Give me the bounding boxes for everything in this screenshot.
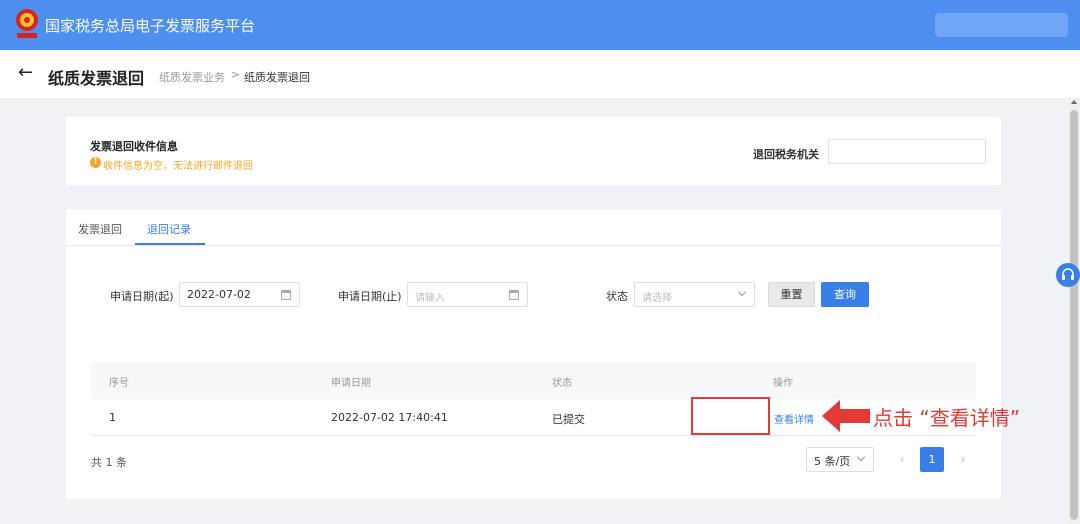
headset-icon	[1062, 268, 1074, 280]
cell-status: 已提交	[552, 413, 585, 426]
query-button[interactable]: 查询	[821, 282, 869, 307]
status-placeholder: 请选择	[642, 293, 672, 304]
tax-emblem-logo	[16, 9, 38, 38]
start-date-value: 2022-07-02	[187, 288, 251, 301]
end-date-placeholder: 请输入	[415, 293, 445, 304]
chevron-down-icon	[737, 287, 747, 297]
chevron-down-icon	[856, 452, 866, 462]
view-details-link[interactable]: 查看详情	[774, 411, 814, 426]
warning-text: 收件信息为空，无法进行邮件退回	[103, 161, 253, 172]
scrollbar-thumb[interactable]	[1070, 110, 1078, 520]
app-title: 国家税务总局电子发票服务平台	[45, 17, 256, 35]
page-size-value: 5 条/页	[814, 455, 851, 468]
calendar-icon[interactable]	[281, 290, 291, 300]
tab-divider	[66, 245, 1001, 246]
column-header-date: 申请日期	[331, 378, 371, 389]
cell-index: 1	[109, 411, 116, 424]
recipient-info-card: 发票退回收件信息 ! 收件信息为空，无法进行邮件退回 退回税务机关	[66, 117, 1001, 185]
scroll-up-icon[interactable]	[1071, 100, 1077, 104]
page-title: 纸质发票退回	[48, 69, 145, 88]
total-count: 共 1 条	[91, 456, 127, 469]
next-page-button[interactable]: ›	[953, 447, 973, 472]
reset-button[interactable]: 重置	[768, 282, 815, 307]
tab-invoice-return[interactable]: 发票退回	[78, 221, 122, 237]
breadcrumb-item-current: 纸质发票退回	[244, 71, 310, 84]
breadcrumb-separator: >	[231, 68, 241, 81]
annotation-arrow-icon	[822, 400, 870, 432]
column-header-index: 序号	[109, 378, 129, 389]
breadcrumb-item-paper-invoice[interactable]: 纸质发票业务	[159, 69, 225, 85]
top-bar: 国家税务总局电子发票服务平台	[0, 0, 1080, 50]
page-scrollbar[interactable]	[1068, 98, 1080, 524]
records-card: 发票退回 退回记录 申请日期(起) 2022-07-02 申请日期(止) 请输入…	[66, 209, 1001, 499]
start-date-input[interactable]: 2022-07-02	[179, 282, 300, 307]
table-header: 序号 申请日期 状态 操作	[91, 362, 976, 399]
annotation-text: 点击 “查看详情”	[873, 406, 1021, 430]
back-arrow-icon[interactable]: ←	[18, 62, 33, 83]
column-header-status: 状态	[552, 378, 572, 389]
end-date-input[interactable]: 请输入	[407, 282, 528, 307]
highlight-box	[691, 397, 770, 435]
page-number-button[interactable]: 1	[920, 447, 944, 472]
calendar-icon[interactable]	[509, 290, 519, 300]
page-header: ← 纸质发票退回 纸质发票业务 > 纸质发票退回	[0, 50, 1080, 98]
column-header-action: 操作	[773, 378, 793, 389]
prev-page-button[interactable]: ‹	[892, 447, 912, 472]
cell-date: 2022-07-02 17:40:41	[331, 411, 448, 424]
status-select[interactable]: 请选择	[634, 282, 755, 307]
page-size-select[interactable]: 5 条/页	[806, 447, 874, 472]
status-label: 状态	[606, 290, 628, 303]
tax-office-label: 退回税务机关	[753, 148, 819, 161]
user-info[interactable]	[935, 13, 1068, 37]
tab-return-records[interactable]: 退回记录	[147, 221, 191, 237]
recipient-info-title: 发票退回收件信息	[90, 140, 178, 153]
support-button[interactable]	[1056, 263, 1080, 287]
start-date-label: 申请日期(起)	[110, 290, 174, 303]
warning-icon: !	[90, 157, 101, 168]
end-date-label: 申请日期(止)	[338, 290, 402, 303]
tax-office-input[interactable]	[828, 139, 986, 164]
